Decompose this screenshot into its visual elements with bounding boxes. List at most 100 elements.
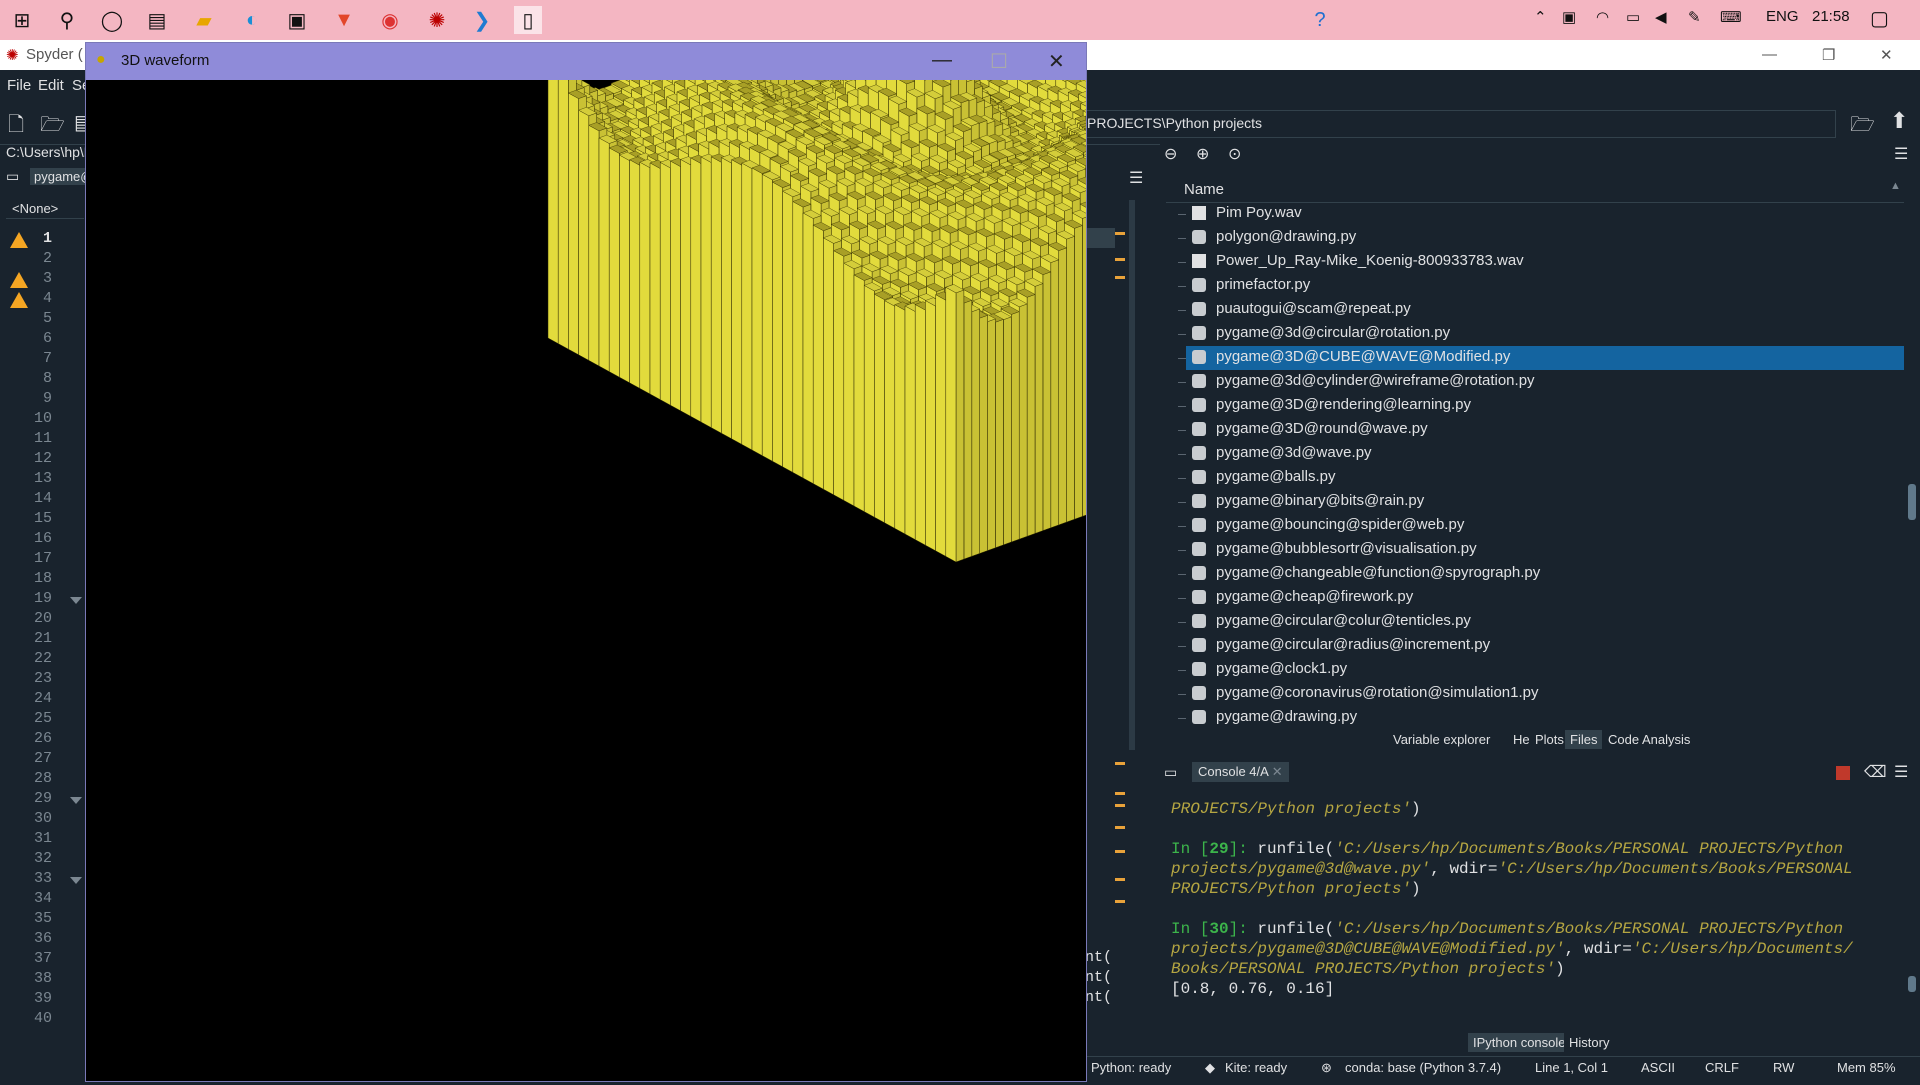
wifi-icon[interactable]: ◠ [1596, 8, 1609, 26]
console-list-icon[interactable]: ▭ [1164, 764, 1177, 781]
close-button[interactable]: ✕ [1880, 46, 1893, 64]
waveform-canvas[interactable] [86, 80, 1086, 1081]
windows-start-icon[interactable]: ⊞ [8, 6, 36, 34]
menu-edit[interactable]: Edit [38, 77, 64, 94]
files-options-icon[interactable]: ☰ [1894, 144, 1908, 164]
files-header[interactable]: Name ▲ [1166, 178, 1904, 203]
pygame-maximize-button[interactable]: ☐ [990, 49, 1008, 74]
browse-folder-icon[interactable]: 🗁 [1850, 110, 1875, 144]
warning-icon[interactable] [10, 232, 28, 248]
file-list-item[interactable]: pygame@drawing.py [1186, 706, 1904, 730]
forward-icon[interactable]: ⊕ [1196, 144, 1209, 164]
warning-icon[interactable] [10, 292, 28, 308]
file-list-item[interactable]: pygame@3d@circular@rotation.py [1186, 322, 1904, 346]
chevron-up-icon[interactable]: ⌃ [1534, 8, 1547, 26]
keyboard-icon[interactable]: ⌨ [1720, 8, 1742, 26]
file-list-item[interactable]: pygame@3d@cylinder@wireframe@rotation.py [1186, 370, 1904, 394]
chrome-icon[interactable]: ◉ [376, 6, 404, 34]
menu-file[interactable]: File [7, 77, 31, 94]
console-scrollbar[interactable] [1908, 798, 1916, 1018]
fold-chevron-icon[interactable] [70, 597, 82, 604]
file-list-item[interactable]: pygame@3D@CUBE@WAVE@Modified.py [1186, 346, 1904, 370]
open-file-icon[interactable]: 🗁 [40, 110, 65, 144]
maximize-button[interactable]: ❐ [1822, 46, 1835, 64]
pygame-close-button[interactable]: ✕ [1048, 49, 1065, 74]
file-list-item[interactable]: pygame@3d@wave.py [1186, 442, 1904, 466]
fold-chevron-icon[interactable] [70, 877, 82, 884]
volume-icon[interactable]: ◀ [1655, 8, 1667, 26]
vscode-icon[interactable]: ❯ [468, 6, 496, 34]
file-list-item[interactable]: pygame@circular@radius@increment.py [1186, 634, 1904, 658]
parent-directory-icon[interactable]: ⬆ [1890, 108, 1908, 134]
store-icon[interactable]: ▣ [283, 6, 311, 34]
tab-code-analysis[interactable]: Code Analysis [1603, 730, 1695, 749]
back-icon[interactable]: ⊖ [1164, 144, 1177, 164]
search-icon[interactable]: ⚲ [53, 6, 81, 34]
tab-list-icon[interactable]: ▭ [6, 168, 19, 185]
file-list-item[interactable]: pygame@changeable@function@spyrograph.py [1186, 562, 1904, 586]
editor-scrollbar[interactable] [1129, 200, 1135, 750]
line-number: 40 [30, 1010, 52, 1027]
tab-plots[interactable]: Plots [1530, 730, 1569, 749]
file-list-item[interactable]: pygame@3D@rendering@learning.py [1186, 394, 1904, 418]
fold-chevron-icon[interactable] [70, 797, 82, 804]
brave-icon[interactable]: ▼ [330, 6, 358, 34]
file-list-item[interactable]: pygame@balls.py [1186, 466, 1904, 490]
console-options-icon[interactable]: ☰ [1894, 762, 1908, 782]
file-list-item[interactable]: puautogui@scam@repeat.py [1186, 298, 1904, 322]
file-list-item[interactable]: pygame@clock1.py [1186, 658, 1904, 682]
files-scrollbar-thumb[interactable] [1908, 484, 1916, 520]
file-list-item[interactable]: pygame@bubblesortr@visualisation.py [1186, 538, 1904, 562]
file-list-item[interactable]: pygame@circular@colur@tenticles.py [1186, 610, 1904, 634]
console-scrollbar-thumb[interactable] [1908, 976, 1916, 992]
help-icon[interactable]: ? [1306, 6, 1334, 34]
console-tab[interactable]: Console 4/A ✕ [1192, 762, 1289, 782]
new-file-icon[interactable]: 🗋 [8, 110, 24, 144]
tab-files[interactable]: Files [1565, 730, 1602, 749]
files-scrollbar[interactable] [1908, 184, 1916, 714]
file-list-item[interactable]: pygame@bouncing@spider@web.py [1186, 514, 1904, 538]
tab-ipython-console[interactable]: IPython console [1468, 1033, 1571, 1052]
file-name: pygame@balls.py [1216, 468, 1335, 485]
close-tab-icon[interactable]: ✕ [1272, 764, 1283, 779]
warning-icon[interactable] [10, 272, 28, 288]
battery-icon[interactable]: ▭ [1626, 8, 1640, 26]
name-column-header[interactable]: Name [1184, 181, 1224, 198]
outline-selector[interactable]: <None> [6, 197, 84, 219]
clock[interactable]: 21:58 [1812, 8, 1850, 25]
file-list-item[interactable]: pygame@binary@bits@rain.py [1186, 490, 1904, 514]
stop-kernel-icon[interactable] [1836, 766, 1850, 780]
language-indicator[interactable]: ENG [1766, 8, 1799, 25]
tab-variable-explorer[interactable]: Variable explorer [1388, 730, 1495, 749]
cortana-icon[interactable]: ◯ [98, 6, 126, 34]
line-number: 16 [30, 530, 52, 547]
pen-icon[interactable]: ✎ [1688, 8, 1701, 26]
file-list-item[interactable]: polygon@drawing.py [1186, 226, 1904, 250]
pygame-window[interactable]: ● 3D waveform — ☐ ✕ [85, 42, 1087, 1082]
notifications-icon[interactable]: ▢ [1870, 6, 1889, 31]
file-list-item[interactable]: pygame@coronavirus@rotation@simulation1.… [1186, 682, 1904, 706]
minimize-button[interactable]: — [1762, 46, 1777, 63]
pygame-snake-icon: ● [96, 51, 106, 69]
pygame-title-bar[interactable]: ● 3D waveform — ☐ ✕ [86, 43, 1086, 80]
column-front-face [874, 294, 884, 523]
file-list-item[interactable]: pygame@cheap@firework.py [1186, 586, 1904, 610]
file-list-item[interactable]: Power_Up_Ray-Mike_Koenig-800933783.wav [1186, 250, 1904, 274]
editor-options-icon[interactable]: ☰ [1129, 168, 1143, 188]
spyder-icon[interactable]: ✺ [423, 6, 451, 34]
working-directory-field[interactable]: PROJECTS\Python projects [1082, 110, 1836, 138]
up-icon[interactable]: ⊙ [1228, 144, 1241, 164]
task-view-icon[interactable]: ▤ [143, 6, 171, 34]
file-list-item[interactable]: Pim Poy.wav [1186, 202, 1904, 226]
file-list-item[interactable]: primefactor.py [1186, 274, 1904, 298]
tab-history[interactable]: History [1564, 1033, 1614, 1052]
blank-window-icon[interactable]: ▯ [514, 6, 542, 34]
clear-console-icon[interactable]: ⌫ [1864, 762, 1887, 782]
file-explorer-icon[interactable]: ▰ [190, 6, 218, 34]
console-token: 'C:/Users/hp/Documents/Books/PERSONAL [1497, 860, 1852, 878]
display-icon[interactable]: ▣ [1562, 8, 1576, 26]
pygame-minimize-button[interactable]: — [932, 49, 952, 72]
edge-icon[interactable]: ◐ [238, 6, 266, 34]
file-list-item[interactable]: pygame@3D@round@wave.py [1186, 418, 1904, 442]
line-number: 39 [30, 990, 52, 1007]
